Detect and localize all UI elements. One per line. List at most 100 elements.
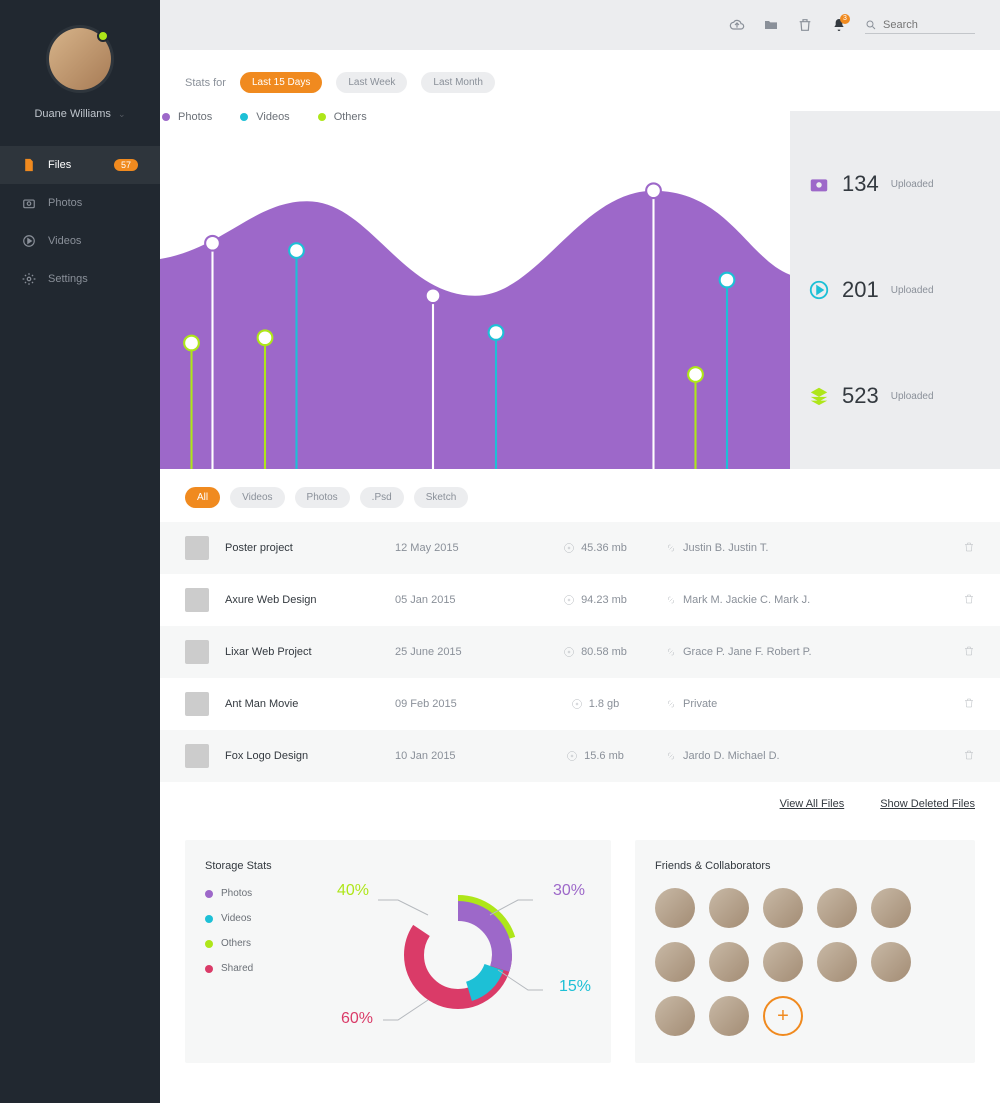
file-name: Poster project [225,542,395,554]
files-badge: 57 [114,159,138,171]
trash-icon [963,697,975,709]
dot-icon [162,113,170,121]
delete-file-button[interactable] [955,593,975,608]
stats-body: Photos Videos Others [160,111,1000,469]
legend-label: Videos [256,111,289,123]
filter-pill-all[interactable]: All [185,487,220,508]
notification-badge: 3 [840,14,850,24]
legend-label: Shared [221,963,253,974]
kpi-value: 201 [842,277,879,303]
dot-icon [205,940,213,948]
range-pill-15days[interactable]: Last 15 Days [240,72,322,93]
camera-icon [808,173,830,195]
file-row[interactable]: Poster project12 May 201545.36 mbJustin … [160,522,1000,574]
chart-legend: Photos Videos Others [160,111,790,133]
sidebar-item-videos[interactable]: Videos [0,222,160,260]
sidebar-item-files[interactable]: Files 57 [0,146,160,184]
delete-file-button[interactable] [955,697,975,712]
friends-grid: + [655,888,955,1036]
kpi-column: 134 Uploaded 201 Uploaded 523 Uploaded [790,111,1000,469]
legend-label: Others [334,111,367,123]
dot-icon [205,915,213,923]
friend-avatar[interactable] [817,888,857,928]
chevron-down-icon: ⌄ [118,109,126,119]
range-pill-week[interactable]: Last Week [336,72,407,93]
kpi-label: Uploaded [891,179,934,190]
filter-pill-psd[interactable]: .Psd [360,487,404,508]
folder-icon[interactable] [763,17,779,33]
file-date: 09 Feb 2015 [395,698,525,710]
show-deleted-files-link[interactable]: Show Deleted Files [880,798,975,810]
file-thumbnail [185,588,209,612]
area-chart [160,133,790,469]
sidebar-item-photos[interactable]: Photos [0,184,160,222]
friend-avatar[interactable] [817,942,857,982]
storage-title: Storage Stats [205,860,325,872]
kpi-label: Uploaded [891,391,934,402]
delete-file-button[interactable] [955,645,975,660]
friend-avatar[interactable] [709,888,749,928]
friend-avatar[interactable] [871,888,911,928]
cloud-upload-icon[interactable] [729,17,745,33]
search-input[interactable] [883,19,969,31]
friend-avatar[interactable] [655,996,695,1036]
file-list: Poster project12 May 201545.36 mbJustin … [160,522,1000,782]
friend-avatar[interactable] [871,942,911,982]
friend-avatar[interactable] [709,942,749,982]
friend-avatar[interactable] [655,942,695,982]
disk-icon [571,698,583,710]
trash-icon[interactable] [797,17,813,33]
stats-for-label: Stats for [185,77,226,89]
delete-file-button[interactable] [955,541,975,556]
stats-range-row: Stats for Last 15 Days Last Week Last Mo… [185,72,975,93]
legend-label: Photos [178,111,212,123]
bell-icon[interactable]: 3 [831,17,847,33]
dot-icon [205,965,213,973]
filter-pill-sketch[interactable]: Sketch [414,487,469,508]
view-all-files-link[interactable]: View All Files [780,798,845,810]
file-share: Jardo D. Michael D. [665,750,955,762]
slice-label-videos: 15% [559,978,591,996]
link-icon [665,698,677,710]
file-row[interactable]: Axure Web Design05 Jan 201594.23 mbMark … [160,574,1000,626]
disk-icon [563,646,575,658]
dot-icon [205,890,213,898]
play-icon [808,279,830,301]
dot-icon [318,113,326,121]
file-share: Mark M. Jackie C. Mark J. [665,594,955,606]
filter-pill-videos[interactable]: Videos [230,487,284,508]
disk-icon [563,594,575,606]
range-pill-month[interactable]: Last Month [421,72,494,93]
kpi-photos: 134 Uploaded [808,171,982,197]
search-box[interactable] [865,17,975,34]
file-name: Ant Man Movie [225,698,395,710]
file-row[interactable]: Lixar Web Project25 June 201580.58 mbGra… [160,626,1000,678]
file-icon [22,158,36,172]
avatar[interactable] [49,28,111,90]
friend-avatar[interactable] [763,942,803,982]
main-content: 3 Stats for Last 15 Days Last Week Last … [160,0,1000,1103]
file-row[interactable]: Fox Logo Design10 Jan 201515.6 mbJardo D… [160,730,1000,782]
sidebar-item-label: Files [48,159,71,171]
delete-file-button[interactable] [955,749,975,764]
link-icon [665,646,677,658]
friend-avatar[interactable] [763,888,803,928]
kpi-value: 134 [842,171,879,197]
file-row[interactable]: Ant Man Movie09 Feb 20151.8 gbPrivate [160,678,1000,730]
play-icon [22,234,36,248]
file-date: 25 June 2015 [395,646,525,658]
filter-pill-photos[interactable]: Photos [295,487,350,508]
trash-icon [963,749,975,761]
legend-label: Others [221,938,251,949]
file-thumbnail [185,640,209,664]
file-share: Private [665,698,955,710]
add-friend-button[interactable]: + [763,996,803,1036]
sidebar-item-settings[interactable]: Settings [0,260,160,298]
link-icon [665,594,677,606]
friend-avatar[interactable] [655,888,695,928]
avatar-container [0,0,160,100]
friend-avatar[interactable] [709,996,749,1036]
username-dropdown[interactable]: Duane Williams ⌄ [0,100,160,146]
link-icon [665,750,677,762]
kpi-videos: 201 Uploaded [808,277,982,303]
